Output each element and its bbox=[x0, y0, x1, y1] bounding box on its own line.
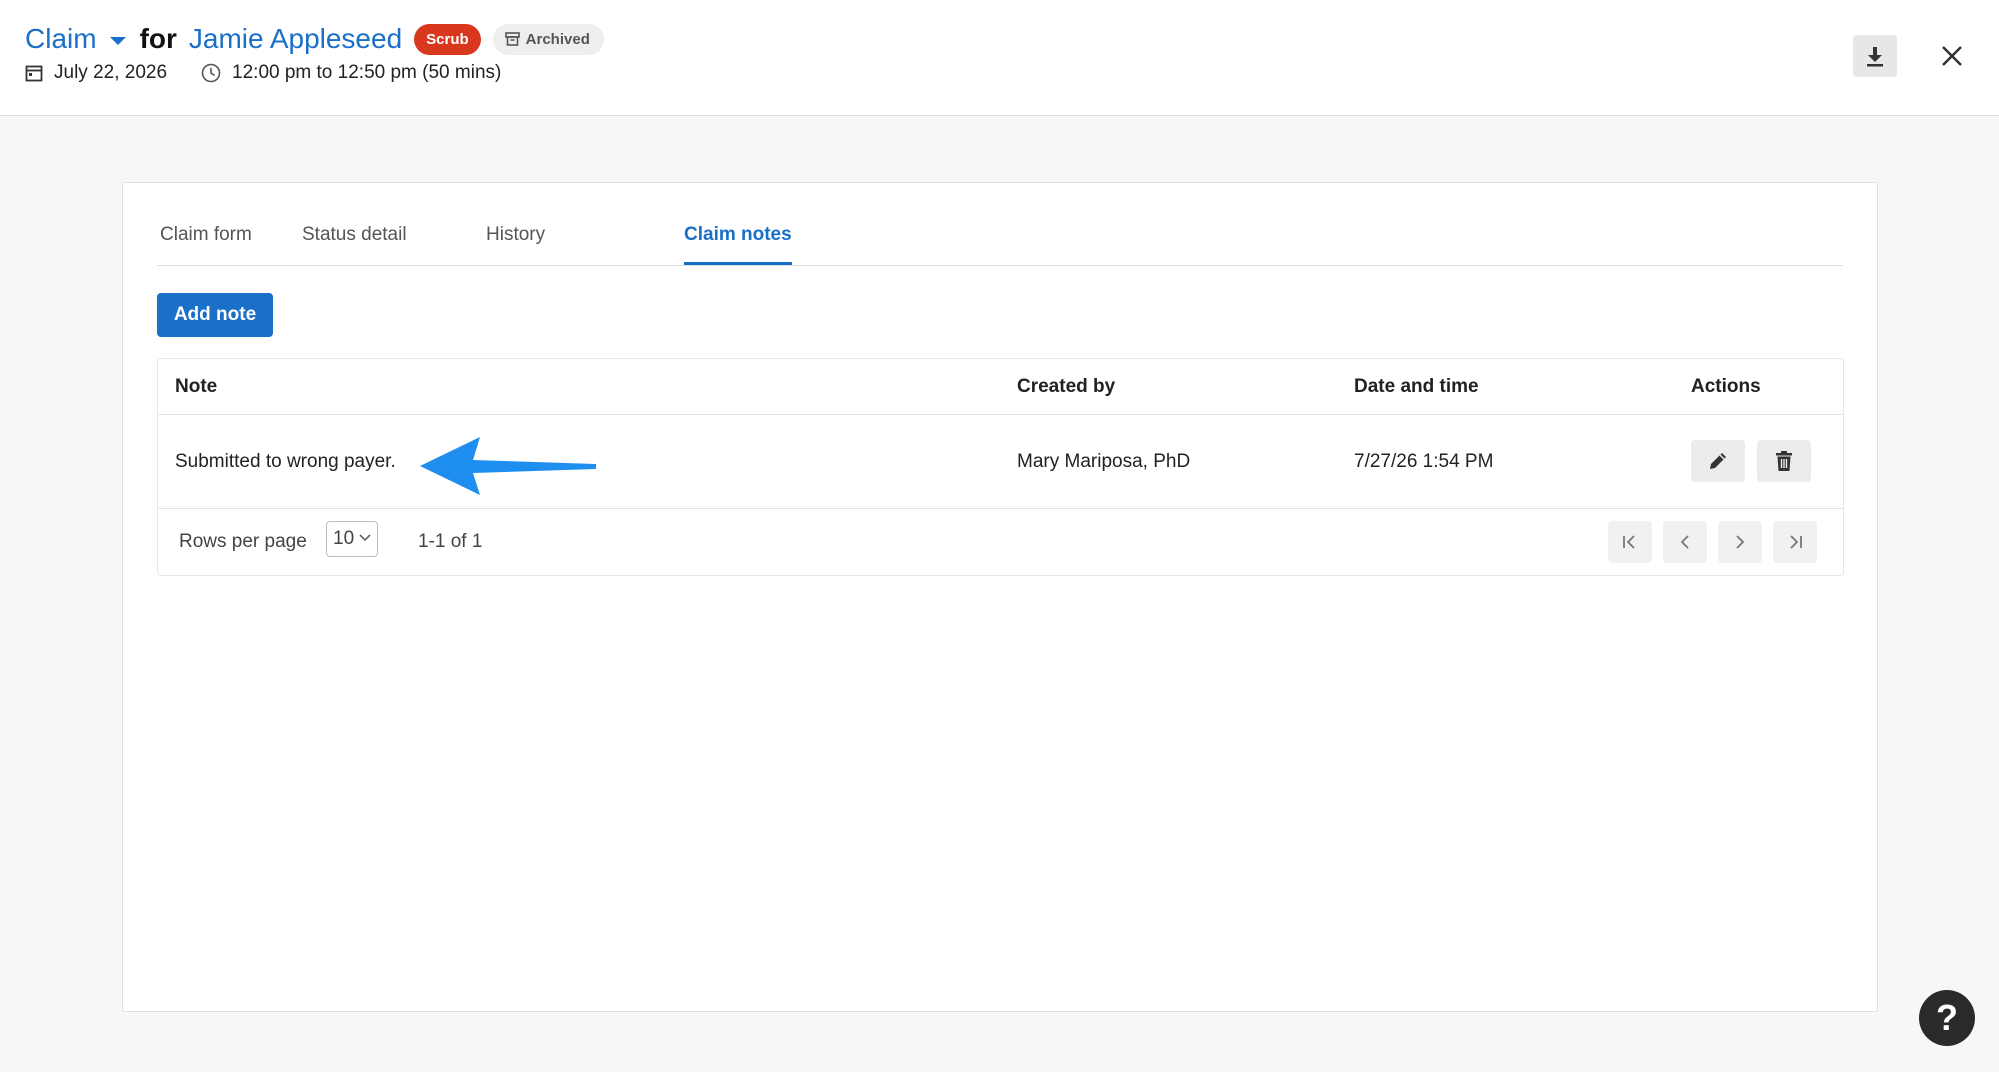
add-note-button[interactable]: Add note bbox=[157, 293, 273, 337]
column-header-date-time: Date and time bbox=[1354, 376, 1479, 397]
chevron-left-icon bbox=[1680, 535, 1689, 549]
edit-note-button[interactable] bbox=[1691, 440, 1745, 482]
column-header-actions: Actions bbox=[1691, 376, 1761, 397]
pagination-range: 1-1 of 1 bbox=[418, 531, 483, 552]
claim-panel: Claim form Status detail History Claim n… bbox=[122, 182, 1878, 1012]
appointment-meta: July 22, 2026 12:00 pm to 12:50 pm (50 m… bbox=[25, 58, 501, 88]
chevron-down-icon bbox=[359, 534, 371, 542]
pencil-icon bbox=[1710, 453, 1726, 469]
header-bar: Claim for Jamie Appleseed Scrub Archived… bbox=[0, 0, 1999, 116]
appointment-date: July 22, 2026 bbox=[54, 62, 168, 83]
rows-per-page-label: Rows per page bbox=[179, 531, 307, 552]
claim-tabs: Claim form Status detail History Claim n… bbox=[157, 223, 1843, 266]
trash-icon bbox=[1776, 451, 1792, 471]
table-pagination: Rows per page 10 1-1 of 1 bbox=[158, 509, 1843, 575]
first-page-button[interactable] bbox=[1608, 521, 1652, 563]
next-page-button[interactable] bbox=[1718, 521, 1762, 563]
claim-type-link[interactable]: Claim bbox=[25, 23, 97, 55]
annotation-arrow-icon bbox=[420, 437, 596, 495]
last-page-icon bbox=[1790, 535, 1802, 549]
scrub-badge: Scrub bbox=[414, 23, 481, 55]
first-page-icon bbox=[1623, 535, 1635, 549]
last-page-button[interactable] bbox=[1773, 521, 1817, 563]
close-icon bbox=[1942, 46, 1962, 66]
appointment-time: 12:00 pm to 12:50 pm (50 mins) bbox=[232, 62, 502, 83]
calendar-icon bbox=[25, 64, 43, 82]
clock-icon bbox=[201, 63, 221, 83]
previous-page-button[interactable] bbox=[1663, 521, 1707, 563]
download-icon bbox=[1867, 47, 1883, 67]
close-button[interactable] bbox=[1934, 38, 1970, 74]
tab-claim-form[interactable]: Claim form bbox=[160, 223, 252, 265]
tab-status-detail[interactable]: Status detail bbox=[302, 223, 407, 265]
note-date-time: 7/27/26 1:54 PM bbox=[1354, 451, 1494, 472]
claim-title-row: Claim for Jamie Appleseed Scrub Archived bbox=[25, 18, 604, 60]
claim-notes-table: Note Created by Date and time Actions Su… bbox=[157, 358, 1844, 576]
chevron-down-icon[interactable] bbox=[109, 37, 126, 45]
tab-claim-notes[interactable]: Claim notes bbox=[684, 223, 792, 265]
rows-per-page-value: 10 bbox=[333, 528, 355, 549]
help-button[interactable]: ? bbox=[1919, 990, 1975, 1046]
note-text: Submitted to wrong payer. bbox=[175, 451, 396, 472]
rows-per-page-select[interactable]: 10 bbox=[326, 521, 378, 557]
column-header-note: Note bbox=[175, 376, 218, 397]
chevron-right-icon bbox=[1736, 535, 1745, 549]
download-button[interactable] bbox=[1853, 35, 1897, 77]
table-header: Note Created by Date and time Actions bbox=[158, 359, 1843, 415]
table-row: Submitted to wrong payer. Mary Mariposa,… bbox=[158, 415, 1843, 509]
archived-badge-label: Archived bbox=[525, 30, 590, 48]
tab-history[interactable]: History bbox=[486, 223, 545, 265]
archived-badge: Archived bbox=[492, 23, 604, 55]
archive-icon bbox=[504, 32, 520, 46]
created-by: Mary Mariposa, PhD bbox=[1017, 451, 1191, 472]
title-for-text: for bbox=[139, 23, 177, 54]
delete-note-button[interactable] bbox=[1757, 440, 1811, 482]
column-header-created-by: Created by bbox=[1017, 376, 1116, 397]
patient-name-link[interactable]: Jamie Appleseed bbox=[189, 23, 402, 55]
